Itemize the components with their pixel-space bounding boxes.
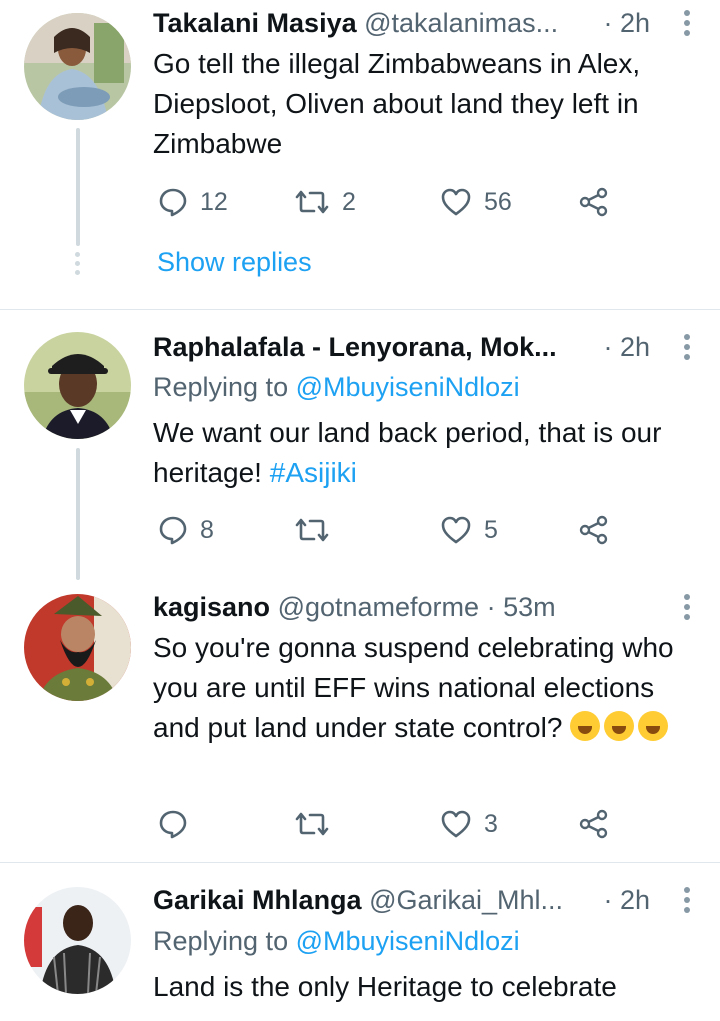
tweet-text: So you're gonna suspend celebrating who … [153, 628, 693, 748]
speech-bubble-icon [159, 810, 187, 839]
tweet-actions: 12 2 56 [150, 182, 620, 222]
reply-button[interactable]: 12 [158, 182, 228, 222]
share-button[interactable] [578, 510, 610, 550]
like-count: 3 [484, 809, 498, 838]
more-options-icon[interactable] [684, 10, 690, 40]
heart-icon [441, 810, 471, 838]
replying-to-label: Replying to [153, 926, 289, 956]
more-options-icon[interactable] [684, 594, 690, 624]
tweet-header: Raphalafala - Lenyorana, Mok... [153, 330, 610, 364]
replying-to: Replying to @MbuyiseniNdlozi [153, 370, 520, 404]
avatar[interactable] [24, 887, 131, 994]
replying-to: Replying to @MbuyiseniNdlozi [153, 924, 520, 958]
reply-count: 12 [200, 187, 228, 216]
more-options-icon[interactable] [684, 887, 690, 917]
tweet-actions: 8 5 [150, 510, 620, 550]
display-name[interactable]: kagisano [153, 592, 270, 622]
tweet-text: Go tell the illegal Zimbabweans in Alex,… [153, 48, 641, 159]
retweet-arrows-icon [295, 812, 329, 836]
display-name[interactable]: Raphalafala - Lenyorana, Mok... [153, 332, 557, 362]
thread-line [76, 448, 80, 580]
speech-bubble-icon [159, 516, 187, 545]
reply-button[interactable] [158, 804, 200, 844]
avatar[interactable] [24, 13, 131, 120]
speech-bubble-icon [159, 188, 187, 217]
like-button[interactable]: 3 [440, 804, 498, 844]
timestamp[interactable]: · 2h [603, 330, 650, 364]
timestamp[interactable]: · 2h [603, 883, 650, 917]
mention-link[interactable]: @MbuyiseniNdlozi [296, 926, 520, 956]
user-handle[interactable]: @takalanimas... [364, 8, 558, 38]
replying-to-label: Replying to [153, 372, 289, 402]
tweet-4[interactable]: Garikai Mhlanga @Garikai_Mhl... · 2h Rep… [0, 863, 720, 1021]
mention-link[interactable]: @MbuyiseniNdlozi [296, 372, 520, 402]
share-button[interactable] [578, 182, 610, 222]
tweet-actions: 3 [150, 804, 620, 844]
heart-icon [441, 516, 471, 544]
tweet-text-content: We want our land back period, that is ou… [153, 417, 662, 488]
thread-continuation-dots [73, 252, 81, 279]
avatar[interactable] [24, 332, 131, 439]
hashtag-link[interactable]: #Asijiki [270, 457, 357, 488]
share-nodes-icon [579, 187, 608, 217]
retweet-arrows-icon [295, 518, 329, 542]
like-count: 56 [484, 187, 512, 216]
tweet-header: Takalani Masiya @takalanimas... [153, 6, 610, 40]
tweet-text: We want our land back period, that is ou… [153, 413, 698, 493]
share-nodes-icon [579, 809, 608, 839]
retweet-arrows-icon [295, 190, 329, 214]
like-button[interactable]: 5 [440, 510, 498, 550]
user-handle[interactable]: @Garikai_Mhl... [369, 885, 563, 915]
like-button[interactable]: 56 [440, 182, 512, 222]
reply-button[interactable]: 8 [158, 510, 214, 550]
heart-icon [441, 188, 471, 216]
share-button[interactable] [578, 804, 610, 844]
share-nodes-icon [579, 515, 608, 545]
reply-count: 8 [200, 515, 214, 544]
retweet-button[interactable]: 2 [294, 182, 356, 222]
show-replies-link[interactable]: Show replies [157, 247, 312, 278]
display-name[interactable]: Garikai Mhlanga [153, 885, 362, 915]
retweet-count: 2 [342, 187, 356, 216]
tweet-header: Garikai Mhlanga @Garikai_Mhl... [153, 883, 610, 917]
timestamp[interactable]: · 53m [487, 592, 556, 622]
tweet-1[interactable]: Takalani Masiya @takalanimas... · 2h Go … [0, 0, 720, 308]
more-options-icon[interactable] [684, 334, 690, 364]
tweet-2[interactable]: Raphalafala - Lenyorana, Mok... · 2h Rep… [0, 310, 720, 580]
retweet-button[interactable] [294, 804, 342, 844]
tweet-text: Land is the only Heritage to celebrate [153, 971, 617, 1002]
timestamp[interactable]: · 2h [603, 6, 650, 40]
laughing-emoji-icon [570, 711, 672, 743]
like-count: 5 [484, 515, 498, 544]
user-handle[interactable]: @gotnameforme [278, 592, 480, 622]
display-name[interactable]: Takalani Masiya [153, 8, 357, 38]
tweet-3[interactable]: kagisano @gotnameforme · 53m So you're g… [0, 580, 720, 862]
thread-line [76, 128, 80, 246]
avatar[interactable] [24, 594, 131, 701]
retweet-button[interactable] [294, 510, 342, 550]
tweet-header: kagisano @gotnameforme · 53m [153, 590, 640, 624]
